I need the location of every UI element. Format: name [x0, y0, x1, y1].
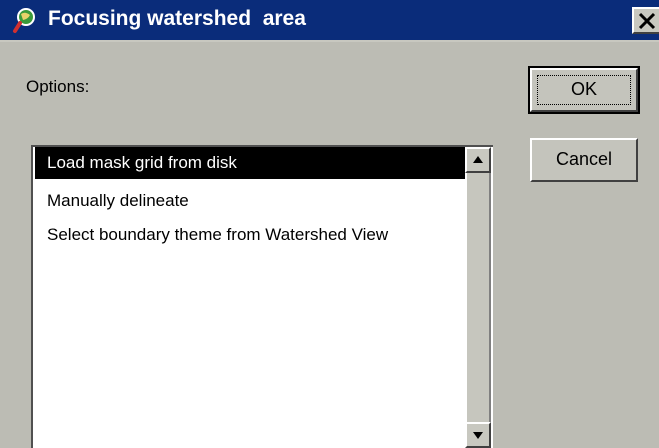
close-icon	[638, 12, 656, 30]
list-item[interactable]: Select boundary theme from Watershed Vie…	[35, 219, 465, 251]
list-scrollbar[interactable]	[465, 147, 491, 448]
ok-button[interactable]: OK	[528, 66, 640, 114]
cancel-button-label: Cancel	[555, 149, 613, 169]
ok-button-label: OK	[570, 79, 597, 99]
arrow-down-icon	[473, 432, 483, 439]
list-item[interactable]: Load mask grid from disk	[35, 147, 465, 179]
scroll-up-button[interactable]	[465, 147, 491, 173]
title-bar[interactable]: Focusing watershed area	[0, 0, 659, 42]
cancel-button[interactable]: Cancel	[530, 138, 638, 182]
dialog-window: Focusing watershed area Options: Load ma…	[0, 0, 659, 448]
window-title: Focusing watershed area	[48, 7, 306, 30]
scroll-down-button[interactable]	[465, 422, 491, 448]
options-listbox[interactable]: Load mask grid from disk Manually deline…	[31, 145, 493, 448]
scroll-track[interactable]	[465, 173, 491, 422]
magnifier-globe-icon	[12, 6, 40, 34]
list-item[interactable]: Manually delineate	[35, 185, 465, 217]
close-button[interactable]	[632, 7, 659, 34]
arrow-up-icon	[473, 156, 483, 163]
options-label: Options:	[26, 77, 90, 96]
